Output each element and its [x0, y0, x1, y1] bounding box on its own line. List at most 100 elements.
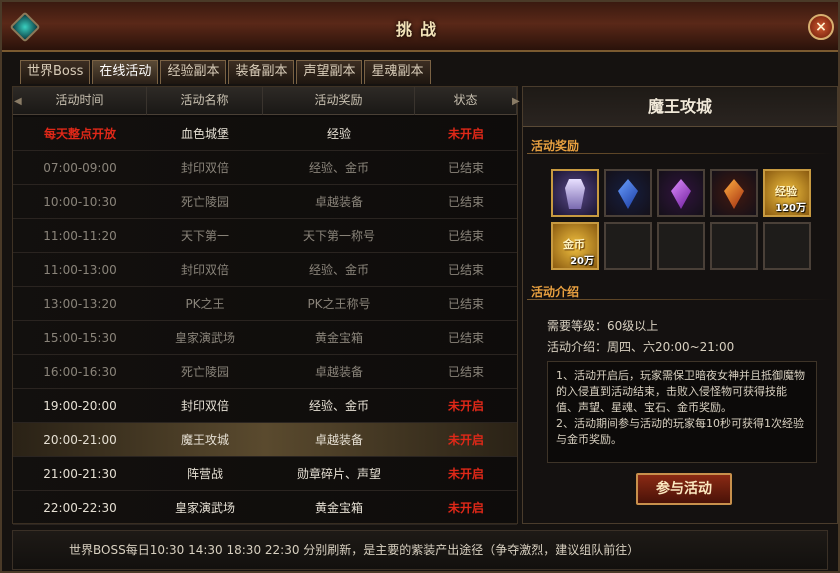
intro-label: 活动介绍 [531, 285, 580, 299]
table-row[interactable]: 21:00-21:30 阵营战 勋章碎片、声望 未开启 [13, 457, 517, 491]
reward-slot[interactable] [657, 169, 705, 217]
event-reward-cell: 经验、金币 [308, 398, 369, 413]
event-status-cell: 未开启 [447, 500, 484, 515]
event-status-cell: 未开启 [447, 398, 484, 413]
event-reward-cell: 黄金宝箱 [314, 330, 363, 345]
reward-slot[interactable] [710, 222, 758, 270]
event-reward-cell: 天下第一称号 [302, 228, 375, 243]
divider [527, 153, 833, 154]
join-event-button[interactable]: 参与活动 [636, 473, 732, 505]
event-reward-cell: 勋章碎片、声望 [296, 466, 381, 481]
event-time-cell: 11:00-11:20 [43, 228, 117, 243]
table-row[interactable]: 15:00-15:30 皇家演武场 黄金宝箱 已结束 [13, 321, 517, 355]
event-reward-cell: 经验 [326, 126, 351, 141]
level-requirement: 需要等级：60级以上 [547, 319, 659, 333]
event-status-cell: 已结束 [447, 160, 484, 175]
reward-slot[interactable] [604, 222, 652, 270]
reward-slot[interactable] [657, 222, 705, 270]
tab-world-boss[interactable]: 世界Boss [20, 60, 91, 84]
table-row[interactable]: 每天整点开放 血色城堡 经验 未开启 [13, 117, 517, 151]
event-time-cell: 10:00-10:30 [43, 194, 117, 209]
orange-gem-icon [724, 179, 744, 209]
event-status-cell: 未开启 [447, 466, 484, 481]
event-name-cell: 血色城堡 [180, 126, 229, 141]
reward-label: 经验 [775, 185, 797, 198]
event-time-cell: 13:00-13:20 [43, 296, 117, 311]
event-name-cell: 封印双倍 [180, 160, 229, 175]
footer-notice: 世界BOSS每日10:30 14:30 18:30 22:30 分别刷新，是主要… [12, 530, 828, 570]
reward-grid: 经验 120万金币 20万 [551, 169, 811, 270]
event-status-cell: 已结束 [447, 262, 484, 277]
reward-slot[interactable] [604, 169, 652, 217]
table-row[interactable]: 13:00-13:20 PK之王 PK之王称号 已结束 [13, 287, 517, 321]
tab-star-soul-dungeon[interactable]: 星魂副本 [364, 60, 431, 84]
event-name-cell: 封印双倍 [180, 262, 229, 277]
event-reward-cell: PK之王称号 [307, 296, 371, 311]
event-reward-cell: 黄金宝箱 [314, 500, 363, 515]
table-header: 活动时间 活动名称 活动奖励 状态 [13, 87, 517, 115]
table-row[interactable]: 20:00-21:00 魔王攻城 卓越装备 未开启 [13, 423, 517, 457]
table-row[interactable]: 11:00-11:20 天下第一 天下第一称号 已结束 [13, 219, 517, 253]
tab-exp-dungeon[interactable]: 经验副本 [160, 60, 227, 84]
tab-bar: 世界Boss 在线活动 经验副本 装备副本 声望副本 星魂副本 [20, 60, 431, 84]
event-reward-cell: 卓越装备 [314, 432, 363, 447]
scroll-left-arrow-icon[interactable]: ◀ [14, 96, 22, 110]
reward-quantity: 120万 [775, 203, 806, 214]
event-time-cell: 19:00-20:00 [43, 398, 117, 413]
event-name-cell: 天下第一 [180, 228, 229, 243]
table-body: 每天整点开放 血色城堡 经验 未开启 07:00-09:00 封印双倍 经验、金币 已结束 10… [13, 117, 517, 525]
header-time: 活动时间 [13, 87, 147, 115]
reward-quantity: 20万 [570, 256, 594, 267]
table-row[interactable]: 16:00-16:30 死亡陵园 卓越装备 已结束 [13, 355, 517, 389]
event-name-cell: 死亡陵园 [180, 194, 229, 209]
event-status-cell: 已结束 [447, 364, 484, 379]
reward-slot[interactable]: 金币 20万 [551, 222, 599, 270]
event-name-cell: 阵营战 [186, 466, 223, 481]
reward-slot[interactable] [551, 169, 599, 217]
table-row[interactable]: 10:00-10:30 死亡陵园 卓越装备 已结束 [13, 185, 517, 219]
challenge-window: 挑战 × 世界Boss 在线活动 经验副本 装备副本 声望副本 星魂副本 活动时… [0, 0, 840, 573]
event-status-cell: 未开启 [447, 126, 484, 141]
table-row[interactable]: 11:00-13:00 封印双倍 经验、金币 已结束 [13, 253, 517, 287]
description-line: 2、活动期间参与活动的玩家每10秒可获得1次经验与金币奖励。 [556, 417, 804, 446]
table-row[interactable]: 07:00-09:00 封印双倍 经验、金币 已结束 [13, 151, 517, 185]
blue-gem-icon [618, 179, 638, 209]
event-reward-cell: 卓越装备 [314, 194, 363, 209]
event-time-cell: 每天整点开放 [43, 126, 116, 141]
description-line: 1、活动开启后，玩家需保卫暗夜女神并且抵御魔物的入侵直到活动结束，击败入侵怪物可… [556, 369, 805, 414]
tab-reputation-dungeon[interactable]: 声望副本 [296, 60, 363, 84]
event-time-cell: 21:00-21:30 [43, 466, 117, 481]
reward-slot[interactable] [763, 222, 811, 270]
reward-label: 金币 [563, 238, 585, 251]
event-title: 魔王攻城 [523, 87, 837, 127]
events-table: 活动时间 活动名称 活动奖励 状态 每天整点开放 血色城堡 经验 未开启 07:00-0… [12, 86, 518, 525]
event-time-cell: 20:00-21:00 [43, 432, 117, 447]
reward-slot[interactable]: 经验 120万 [763, 169, 811, 217]
rewards-label: 活动奖励 [531, 139, 580, 153]
title-bar: 挑战 × [2, 2, 838, 52]
event-reward-cell: 经验、金币 [308, 160, 369, 175]
event-reward-cell: 卓越装备 [314, 364, 363, 379]
event-status-cell: 未开启 [447, 432, 484, 447]
event-name-cell: PK之王 [185, 296, 225, 311]
event-status-cell: 已结束 [447, 296, 484, 311]
window-title: 挑战 [395, 20, 444, 39]
event-status-cell: 已结束 [447, 228, 484, 243]
event-name-cell: 死亡陵园 [180, 364, 229, 379]
event-reward-cell: 经验、金币 [308, 262, 369, 277]
event-name-cell: 皇家演武场 [174, 500, 235, 515]
event-time-cell: 07:00-09:00 [43, 160, 117, 175]
scroll-right-arrow-icon[interactable]: ▶ [512, 96, 520, 110]
purple-gem-icon [671, 179, 691, 209]
event-detail-panel: 魔王攻城 活动奖励 经验 120万金币 20万 活动介绍 需要等级：60级以上 活动… [522, 86, 838, 524]
table-row[interactable]: 22:00-22:30 皇家演武场 黄金宝箱 未开启 [13, 491, 517, 525]
tab-equip-dungeon[interactable]: 装备副本 [228, 60, 295, 84]
event-schedule: 活动介绍：周四、六20:00~21:00 [547, 340, 735, 354]
armor-set-icon [565, 179, 585, 209]
event-status-cell: 已结束 [447, 194, 484, 209]
reward-slot[interactable] [710, 169, 758, 217]
event-time-cell: 16:00-16:30 [43, 364, 117, 379]
table-row[interactable]: 19:00-20:00 封印双倍 经验、金币 未开启 [13, 389, 517, 423]
tab-online-events[interactable]: 在线活动 [92, 60, 159, 84]
close-button[interactable]: × [808, 14, 834, 40]
